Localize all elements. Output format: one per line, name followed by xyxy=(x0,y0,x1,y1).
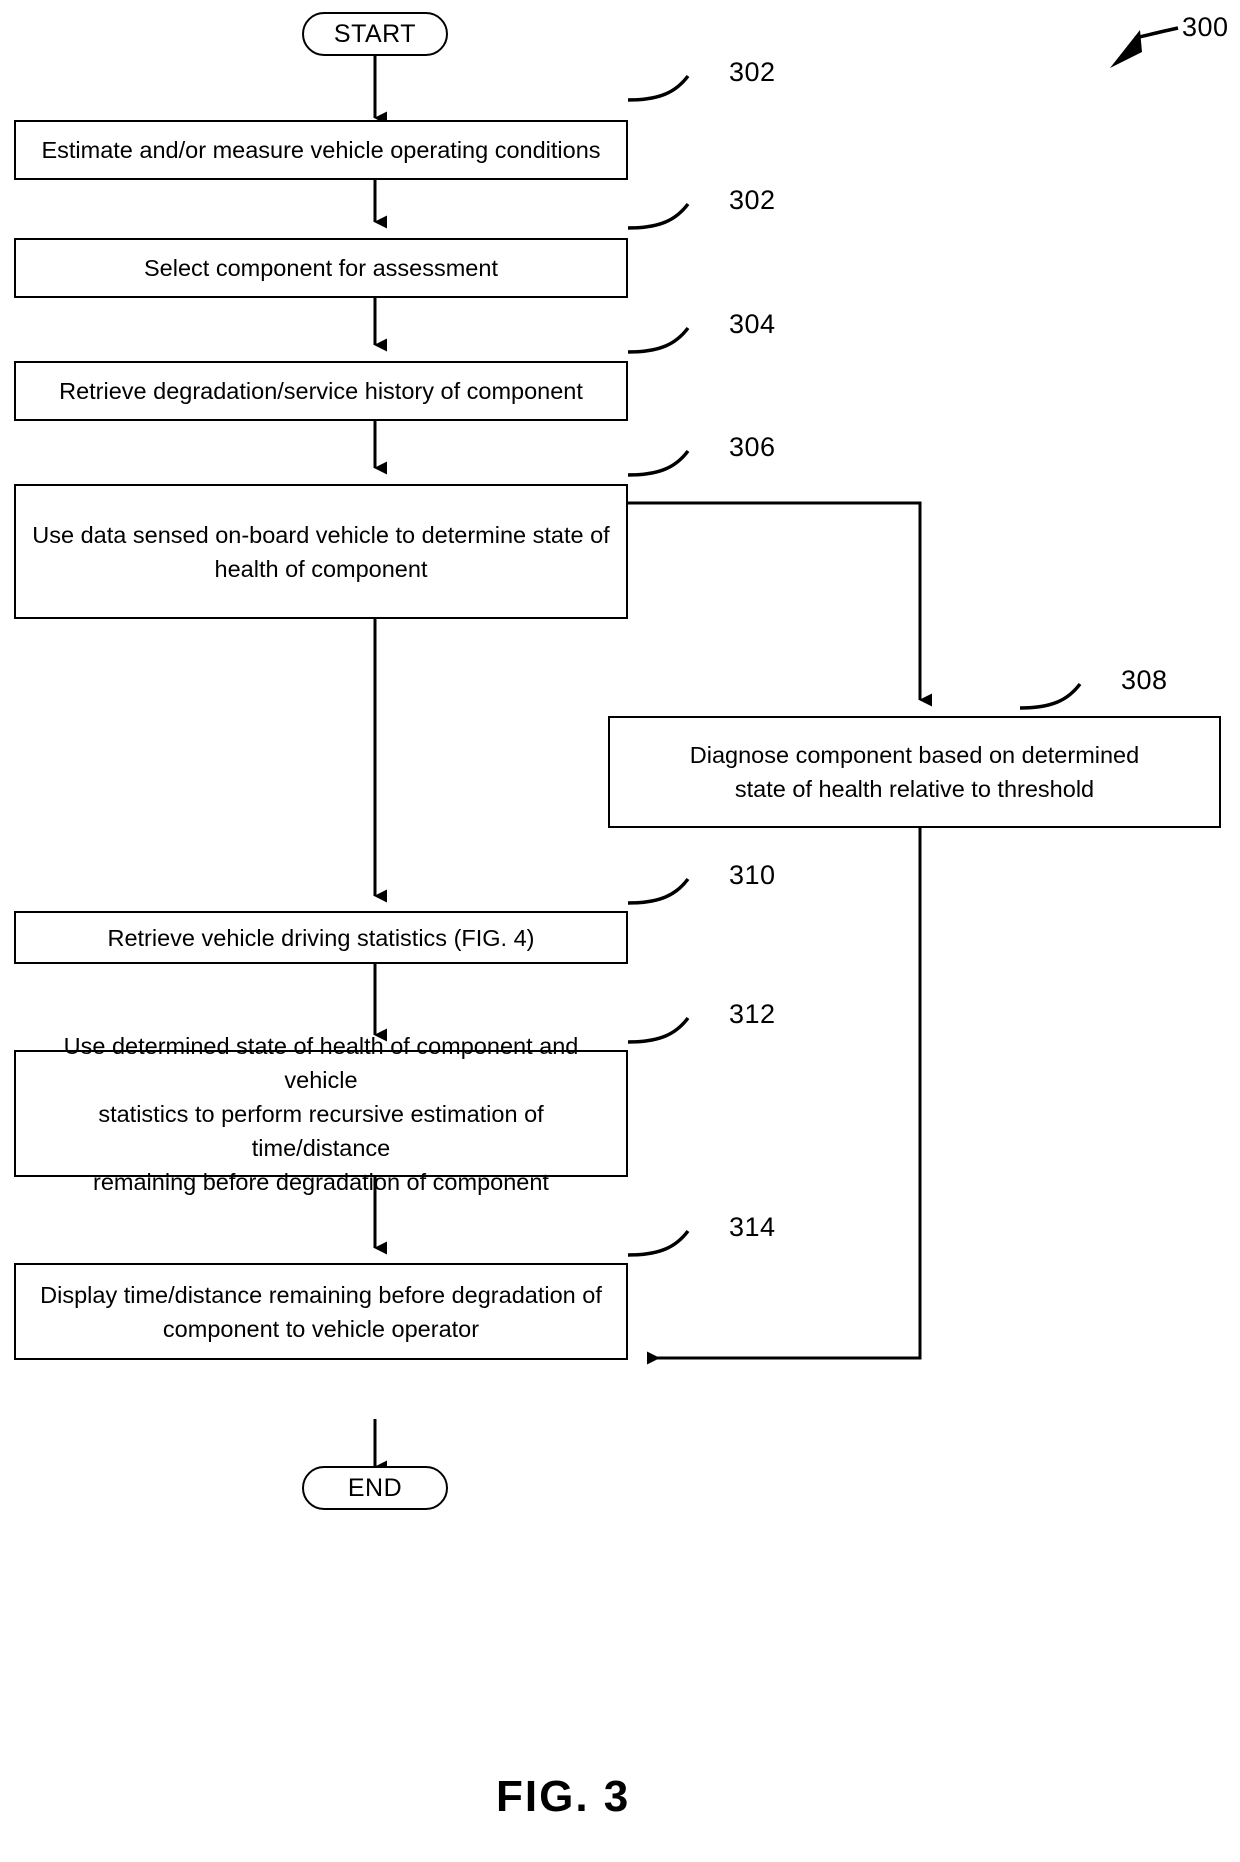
figure-caption: FIG. 3 xyxy=(496,1772,631,1821)
connector-308-to-314 xyxy=(647,828,922,1365)
leader-line-302a xyxy=(627,74,690,102)
process-box-312-label: Use determined state of health of compon… xyxy=(63,1032,579,1195)
process-box-310: Retrieve vehicle driving statistics (FIG… xyxy=(14,911,628,964)
ref-numeral-300: 300 xyxy=(1182,12,1229,42)
leader-line-314 xyxy=(627,1229,690,1257)
ref-numeral-308: 308 xyxy=(1121,665,1168,695)
process-box-302a: Estimate and/or measure vehicle operatin… xyxy=(14,120,628,180)
process-box-306: Use data sensed on-board vehicle to dete… xyxy=(14,484,628,619)
process-box-312: Use determined state of health of compon… xyxy=(14,1033,628,1195)
figure-page: START END Estimate and/or measure vehicl… xyxy=(0,0,1240,1862)
leader-line-304 xyxy=(627,326,690,354)
process-box-304: Retrieve degradation/service history of … xyxy=(14,361,628,421)
terminal-end-label: END xyxy=(347,1473,403,1502)
terminal-start-label: START xyxy=(333,19,417,48)
process-box-308-label: Diagnose component based on determined s… xyxy=(689,742,1140,802)
ref-numeral-304: 304 xyxy=(729,309,776,339)
leader-line-312 xyxy=(627,1016,690,1044)
process-box-310-label: Retrieve vehicle driving statistics (FIG… xyxy=(107,924,535,951)
process-box-304-label: Retrieve degradation/service history of … xyxy=(59,378,583,404)
terminal-start: START xyxy=(302,12,448,56)
leader-line-310 xyxy=(627,877,690,905)
process-box-302a-label: Estimate and/or measure vehicle operatin… xyxy=(41,137,601,163)
process-box-314-label: Display time/distance remaining before d… xyxy=(40,1281,602,1342)
ref-numeral-302b: 302 xyxy=(729,185,776,215)
ref-numeral-312: 312 xyxy=(729,999,776,1029)
process-box-302b-label: Select component for assessment xyxy=(144,255,498,281)
ref-numeral-306: 306 xyxy=(729,432,776,462)
terminal-end: END xyxy=(302,1466,448,1510)
leader-line-302b xyxy=(627,202,690,230)
process-box-308: Diagnose component based on determined s… xyxy=(608,716,1221,828)
process-box-302b: Select component for assessment xyxy=(14,238,628,298)
process-box-306-label: Use data sensed on-board vehicle to dete… xyxy=(32,521,610,582)
leader-line-308 xyxy=(1019,682,1082,710)
ref-numeral-302a: 302 xyxy=(729,57,776,87)
leader-line-300 xyxy=(1134,26,1179,40)
diagram-pointer-arrowhead xyxy=(1110,30,1142,68)
leader-line-306 xyxy=(627,449,690,477)
ref-numeral-314: 314 xyxy=(729,1212,776,1242)
process-box-314: Display time/distance remaining before d… xyxy=(14,1263,628,1360)
connector-306-to-308 xyxy=(628,501,932,707)
ref-numeral-310: 310 xyxy=(729,860,776,890)
